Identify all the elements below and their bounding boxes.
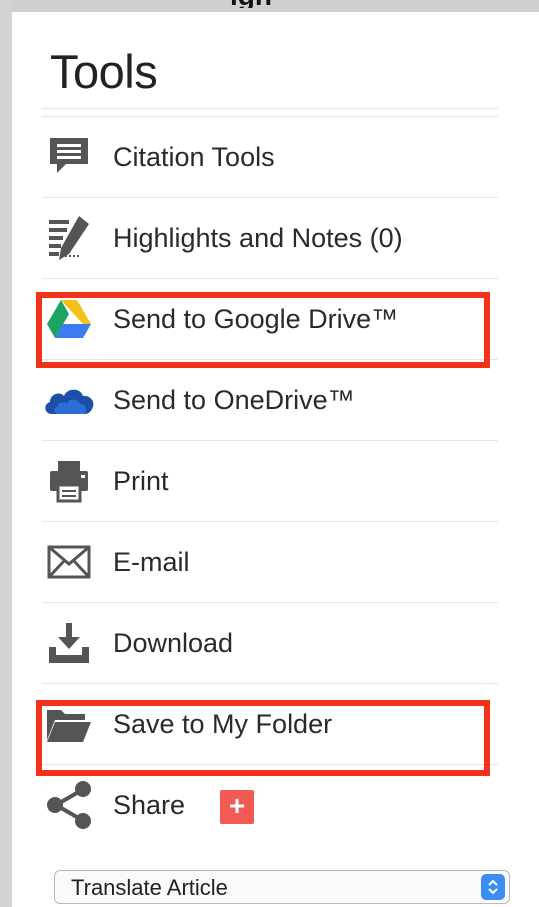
- speech-bubble-icon: [42, 134, 96, 180]
- menu-item-onedrive[interactable]: Send to OneDrive™: [42, 360, 498, 441]
- panel-title: Tools: [50, 45, 158, 98]
- menu-item-citation-tools[interactable]: Citation Tools: [42, 117, 498, 198]
- menu-item-share[interactable]: Share +: [42, 765, 498, 845]
- tools-menu: Citation Tools Highlights and Notes (0): [42, 117, 498, 845]
- window-left-frame: [0, 0, 12, 907]
- menu-item-label: Save to My Folder: [113, 709, 333, 739]
- share-plus-button[interactable]: +: [220, 790, 254, 824]
- onedrive-cloud-icon: [42, 377, 96, 423]
- menu-item-label: Download: [113, 628, 234, 658]
- envelope-icon: [42, 539, 96, 585]
- select-stepper-icon[interactable]: [481, 874, 505, 900]
- menu-item-label: Send to OneDrive™: [113, 385, 355, 415]
- cropped-top-label: ign: [230, 0, 310, 8]
- menu-item-save-to-folder[interactable]: Save to My Folder: [42, 684, 498, 765]
- menu-item-label: Print: [113, 466, 169, 496]
- google-drive-icon: [42, 296, 96, 342]
- title-divider: [42, 108, 498, 109]
- share-icon: [42, 781, 96, 829]
- menu-item-label: E-mail: [113, 547, 190, 577]
- translate-article-select[interactable]: Translate Article: [54, 870, 510, 904]
- folder-icon: [42, 701, 96, 747]
- download-icon: [42, 620, 96, 666]
- printer-icon: [42, 458, 96, 504]
- menu-item-label: Send to Google Drive™: [113, 304, 399, 334]
- menu-item-label: Share: [113, 790, 186, 820]
- menu-item-download[interactable]: Download: [42, 603, 498, 684]
- notes-pen-icon: [42, 215, 96, 261]
- translate-select-value: Translate Article: [71, 875, 228, 900]
- menu-item-google-drive[interactable]: Send to Google Drive™: [42, 279, 498, 360]
- menu-item-label: Citation Tools: [113, 142, 275, 172]
- menu-item-email[interactable]: E-mail: [42, 522, 498, 603]
- menu-item-label: Highlights and Notes (0): [113, 223, 403, 253]
- menu-item-highlights-notes[interactable]: Highlights and Notes (0): [42, 198, 498, 279]
- menu-item-print[interactable]: Print: [42, 441, 498, 522]
